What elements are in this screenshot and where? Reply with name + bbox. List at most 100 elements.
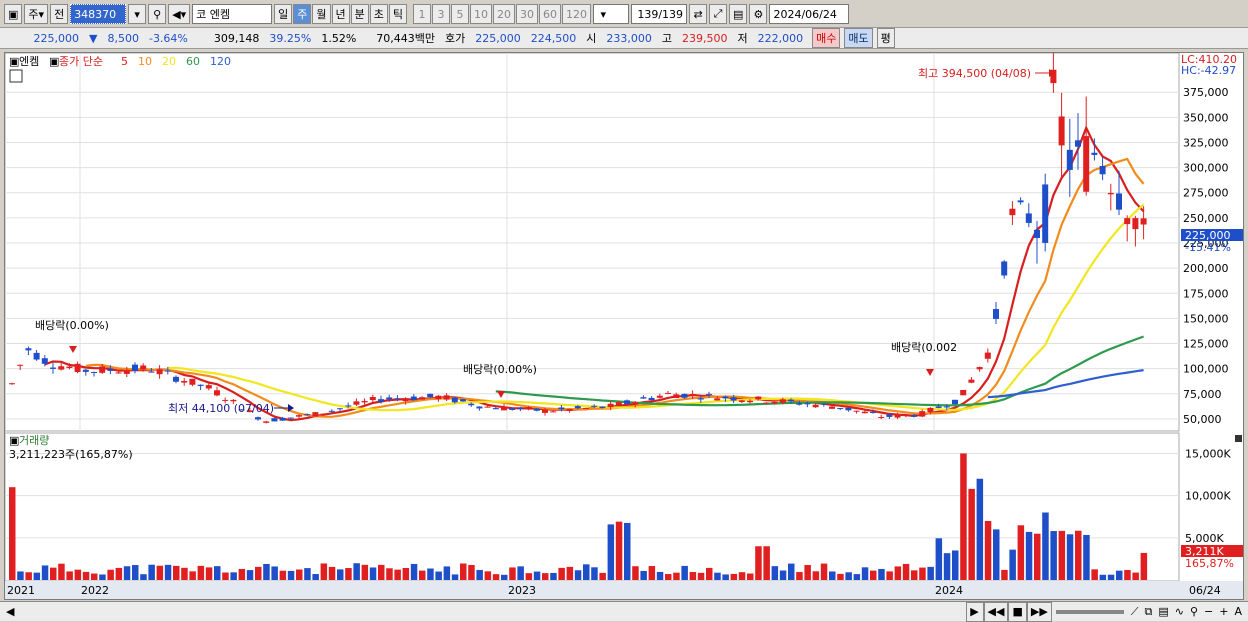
count-field[interactable]: 139/139 (631, 4, 688, 24)
compare-icon[interactable]: ⇄ (689, 4, 708, 24)
volume-bar (1107, 574, 1115, 580)
candle-body (714, 398, 721, 401)
grid-toggle-icon[interactable] (9, 69, 23, 83)
scroll-left-icon[interactable]: ◀ (6, 605, 14, 618)
zoom-icon[interactable]: ⤢ (709, 4, 728, 24)
volume-bar (1058, 530, 1066, 580)
volume-bar (738, 572, 746, 580)
draw-tool-icon[interactable]: ⟋ (1128, 605, 1142, 619)
volume-bar (681, 565, 688, 580)
candle-body (140, 365, 147, 370)
forward-icon[interactable]: ▶▶ (1026, 601, 1052, 622)
candle-body (287, 417, 294, 419)
stock-name-field[interactable]: 코 엔켐 (192, 4, 273, 24)
period-tab-1[interactable]: 주 (293, 4, 312, 24)
volume-bar (911, 570, 918, 580)
interval-button-4[interactable]: 20 (493, 4, 516, 24)
gear-icon[interactable]: ⚙ (749, 4, 768, 24)
x-label-2024: 2024 (935, 584, 963, 597)
volume-panel-frame (4, 432, 1180, 582)
period-tab-5[interactable]: 초 (369, 4, 388, 24)
speaker-icon[interactable]: ◀▾ (168, 4, 191, 24)
interval-button-6[interactable]: 60 (539, 4, 562, 24)
buy-button[interactable]: 매수 (812, 28, 841, 48)
period-tab-2[interactable]: 월 (312, 4, 331, 24)
close-panel-icon[interactable] (1235, 435, 1242, 442)
next-icon[interactable]: ▶ (965, 601, 984, 622)
interval-select[interactable]: ▾ (593, 4, 630, 24)
volume-bar (1042, 512, 1049, 580)
search-icon[interactable]: ⚲ (148, 4, 167, 24)
period-tab-3[interactable]: 년 (331, 4, 350, 24)
window-icon[interactable]: ▣ (4, 4, 23, 24)
volume-bar (976, 478, 984, 580)
interval-button-0[interactable]: 1 (413, 4, 432, 24)
sell-button[interactable]: 매도 (844, 28, 873, 48)
candle-body (558, 407, 565, 410)
candle-body (1091, 152, 1098, 155)
volume-bar (132, 565, 139, 580)
volume-bar (673, 572, 680, 580)
market-select[interactable]: 주 ▾ (24, 4, 49, 24)
interval-button-2[interactable]: 5 (451, 4, 470, 24)
price-tick: 125,000 (1183, 338, 1229, 351)
minus-icon[interactable]: − (1201, 605, 1216, 618)
candle-body (984, 352, 991, 359)
volume-bar (410, 563, 418, 580)
volume-bar (222, 572, 229, 580)
stop-icon[interactable]: ■ (1008, 601, 1027, 622)
text-icon[interactable]: A (1231, 605, 1248, 618)
candle-body (156, 369, 163, 375)
period-tab-4[interactable]: 분 (350, 4, 369, 24)
legend-ma-icon: ▣ (49, 55, 59, 68)
volume-bar (697, 572, 705, 580)
volume-bar (246, 570, 254, 580)
volume-bar (574, 570, 582, 580)
horizontal-scrollbar[interactable] (18, 605, 962, 618)
candle-body (779, 399, 786, 403)
interval-button-1[interactable]: 3 (432, 4, 451, 24)
volume-bar (1083, 534, 1090, 580)
candle-body (189, 378, 196, 385)
magnifier-icon[interactable]: ⚲ (1187, 605, 1201, 618)
plus-icon[interactable]: + (1216, 605, 1231, 618)
interval-button-5[interactable]: 30 (516, 4, 539, 24)
zoom-slider[interactable] (1055, 609, 1124, 614)
volume-bar (533, 571, 541, 580)
interval-button-3[interactable]: 10 (470, 4, 493, 24)
candle-body (1116, 193, 1122, 210)
copy-icon[interactable]: ⧉ (1141, 605, 1155, 619)
change-value: 8,500 (107, 31, 139, 45)
volume-bar (394, 569, 401, 580)
volume-bar (214, 566, 221, 580)
stock-code-input[interactable]: 348370 (70, 4, 127, 24)
low-annotation: 최저 44,100 (07/04) (168, 402, 274, 415)
low-label: 저 (737, 32, 748, 45)
volume-bar (1001, 569, 1008, 580)
date-field[interactable]: 2024/06/24 (769, 4, 850, 24)
prev-button[interactable]: 전 (50, 4, 69, 24)
candle-body (878, 417, 885, 419)
dropdown-icon[interactable]: ▾ (128, 4, 147, 24)
chart-svg[interactable]: 375,000 350,000 325,000 300,000 275,000 250,0… (4, 33, 1243, 599)
ma-legend-120: 120 (210, 55, 231, 68)
volume-bar (1116, 570, 1123, 580)
trend-icon[interactable]: ∿ (1172, 605, 1187, 618)
volume-bar (1034, 533, 1041, 580)
pyeong-button[interactable]: 평 (876, 28, 895, 48)
volume-bar (58, 563, 65, 580)
volume-bar (74, 569, 82, 580)
layout-icon[interactable]: ▤ (1155, 605, 1171, 618)
candle-body (460, 399, 466, 402)
period-tab-6[interactable]: 틱 (388, 4, 408, 24)
volume-bar (935, 538, 943, 580)
volume-bar (345, 568, 352, 580)
candle-body (689, 394, 696, 396)
chart-area[interactable]: 375,000 350,000 325,000 300,000 275,000 250,0… (4, 33, 1244, 600)
rewind-icon[interactable]: ◀◀ (983, 601, 1009, 622)
period-tab-0[interactable]: 일 (274, 4, 293, 24)
candle-body (837, 408, 844, 410)
interval-button-7[interactable]: 120 (562, 4, 592, 24)
save-icon[interactable]: ▤ (729, 4, 748, 24)
candle-body (25, 348, 32, 351)
